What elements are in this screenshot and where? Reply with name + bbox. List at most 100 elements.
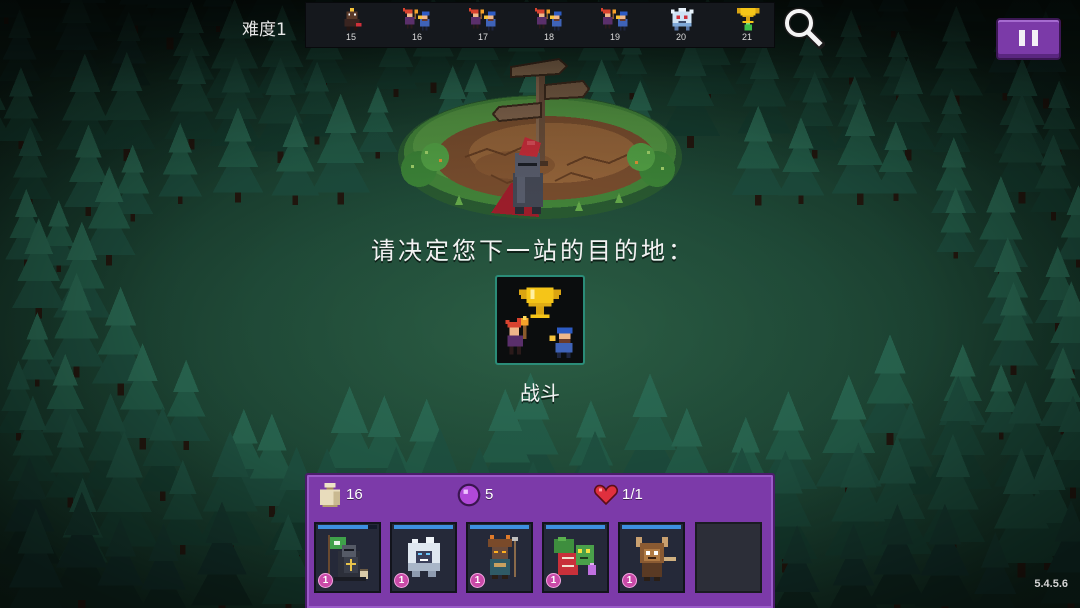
flag-knight-icon-part <box>360 569 368 571</box>
team-panel: 16 5 1/1 1 1 1 1 1 <box>305 473 775 608</box>
unit-level-value: 1 <box>322 575 329 586</box>
unit-health-bar <box>546 525 605 529</box>
stage-number: 15 <box>345 32 356 42</box>
trophy-icon-part <box>755 7 760 14</box>
unit-health-bar <box>470 525 529 529</box>
horned-beast-icon-part <box>642 563 662 577</box>
goblin-crate-icon-part <box>562 557 574 559</box>
duel-icon-part <box>608 24 611 29</box>
stage-17: 17 <box>450 3 516 47</box>
tree-foliage <box>772 391 805 431</box>
duel-icon-part <box>414 9 418 14</box>
flag-knight-icon-part <box>334 541 340 545</box>
duel-icon-part <box>546 9 550 14</box>
white-yeti-icon-part <box>412 539 418 543</box>
empty-unit-slot[interactable] <box>695 522 762 593</box>
pause-icon-bar-right <box>1032 30 1038 46</box>
boss-icon-part <box>685 26 690 31</box>
stage-21: 21 <box>714 3 774 47</box>
purple-orb-icon-part <box>459 485 479 505</box>
stage-progress-track: 15 16 17 18 19 20 21 <box>305 2 775 48</box>
white-yeti-icon-part <box>426 537 434 543</box>
destination-prompt: 请决定您下一站的目的地： <box>371 237 695 265</box>
duel-icon-part <box>418 15 422 19</box>
trophy-duel-icon-part <box>536 306 544 315</box>
boss-icon-part <box>672 22 692 27</box>
tribal-warrior-icon-part <box>492 575 498 579</box>
bag-count: 16 <box>346 486 363 503</box>
goblin-crate-icon-part <box>558 537 566 541</box>
search-button[interactable] <box>781 5 827 51</box>
signpost-clearing <box>398 57 682 219</box>
duel-icon <box>469 7 496 31</box>
unit-level-badge: 1 <box>546 573 561 588</box>
unit-slot-1[interactable]: 1 <box>314 522 381 593</box>
horned-beast-icon-part <box>654 551 658 555</box>
trophy-duel-icon-part <box>553 289 560 299</box>
horned-beast-icon-part <box>654 577 660 581</box>
duel-icon-part <box>421 15 428 19</box>
duel-icon-part <box>406 24 409 29</box>
destination-card-battle[interactable] <box>495 275 585 365</box>
unit-level-badge: 1 <box>318 573 333 588</box>
heart-icon <box>594 484 618 506</box>
duel-icon-part <box>557 26 560 31</box>
unit-level-badge: 1 <box>470 573 485 588</box>
flag-knight-icon-part <box>344 549 354 551</box>
unit-slot-3[interactable]: 1 <box>466 522 533 593</box>
duel-icon-part <box>480 9 484 14</box>
signpost-clearing-part <box>518 163 537 166</box>
heart-icon-part <box>599 488 602 492</box>
boss-icon-part <box>678 20 686 23</box>
signpost-clearing-part <box>421 143 449 171</box>
tree-foliage <box>105 286 137 326</box>
white-yeti-icon-part <box>408 563 440 571</box>
trophy-duel-icon-part <box>517 318 521 322</box>
orb-count: 5 <box>485 486 494 503</box>
duel-icon-part <box>536 9 545 14</box>
single-enemy-icon-part <box>355 22 362 27</box>
duel-icon-part <box>403 7 405 12</box>
single-enemy-icon <box>344 7 362 31</box>
trophy-duel-icon-part <box>507 321 521 328</box>
white-yeti-icon-part <box>418 553 422 555</box>
trophy-duel-icon-part <box>519 289 521 296</box>
duel-icon-part <box>425 26 428 31</box>
unit-level-value: 1 <box>398 575 405 586</box>
pine-tree <box>164 47 219 150</box>
duel-icon-part <box>487 11 496 16</box>
tree-foliage <box>367 86 389 113</box>
duel-icon-part <box>553 19 560 21</box>
duel-icon-part <box>553 11 562 16</box>
unit-slot-2[interactable]: 1 <box>390 522 457 593</box>
duel-icon-part <box>472 24 475 29</box>
duel-icon-part <box>487 26 490 31</box>
boss-icon-part <box>674 26 679 31</box>
stage-number: 20 <box>675 32 686 42</box>
tree-foliage <box>367 395 401 438</box>
duel-icon-part <box>487 19 494 21</box>
pause-button[interactable] <box>996 18 1061 60</box>
boss-icon-part <box>683 15 688 19</box>
tree-foliage <box>632 373 668 418</box>
stage-16: 16 <box>384 3 450 47</box>
single-enemy-icon-part <box>348 13 351 16</box>
goblin-crate-icon-part <box>576 545 594 565</box>
unit-level-badge: 1 <box>622 573 637 588</box>
unit-health-fill <box>546 525 605 529</box>
duel-icon-part <box>491 26 494 31</box>
tree-foliage <box>118 0 153 5</box>
duel-icon-part <box>604 24 607 29</box>
duel-icon-part <box>553 15 560 19</box>
boss-icon-part <box>670 9 675 14</box>
purple-orb-icon <box>457 483 481 507</box>
duel-icon-part <box>406 13 413 18</box>
destination-label: 战斗 <box>520 381 560 405</box>
goblin-crate-icon-part <box>554 539 574 553</box>
boss-icon-part <box>689 9 694 14</box>
signpost-clearing-part <box>515 207 524 214</box>
unit-slot-4[interactable]: 1 <box>542 522 609 593</box>
duel-icon-part <box>619 11 628 16</box>
stage-number: 19 <box>609 32 620 42</box>
unit-slot-5[interactable]: 1 <box>618 522 685 593</box>
